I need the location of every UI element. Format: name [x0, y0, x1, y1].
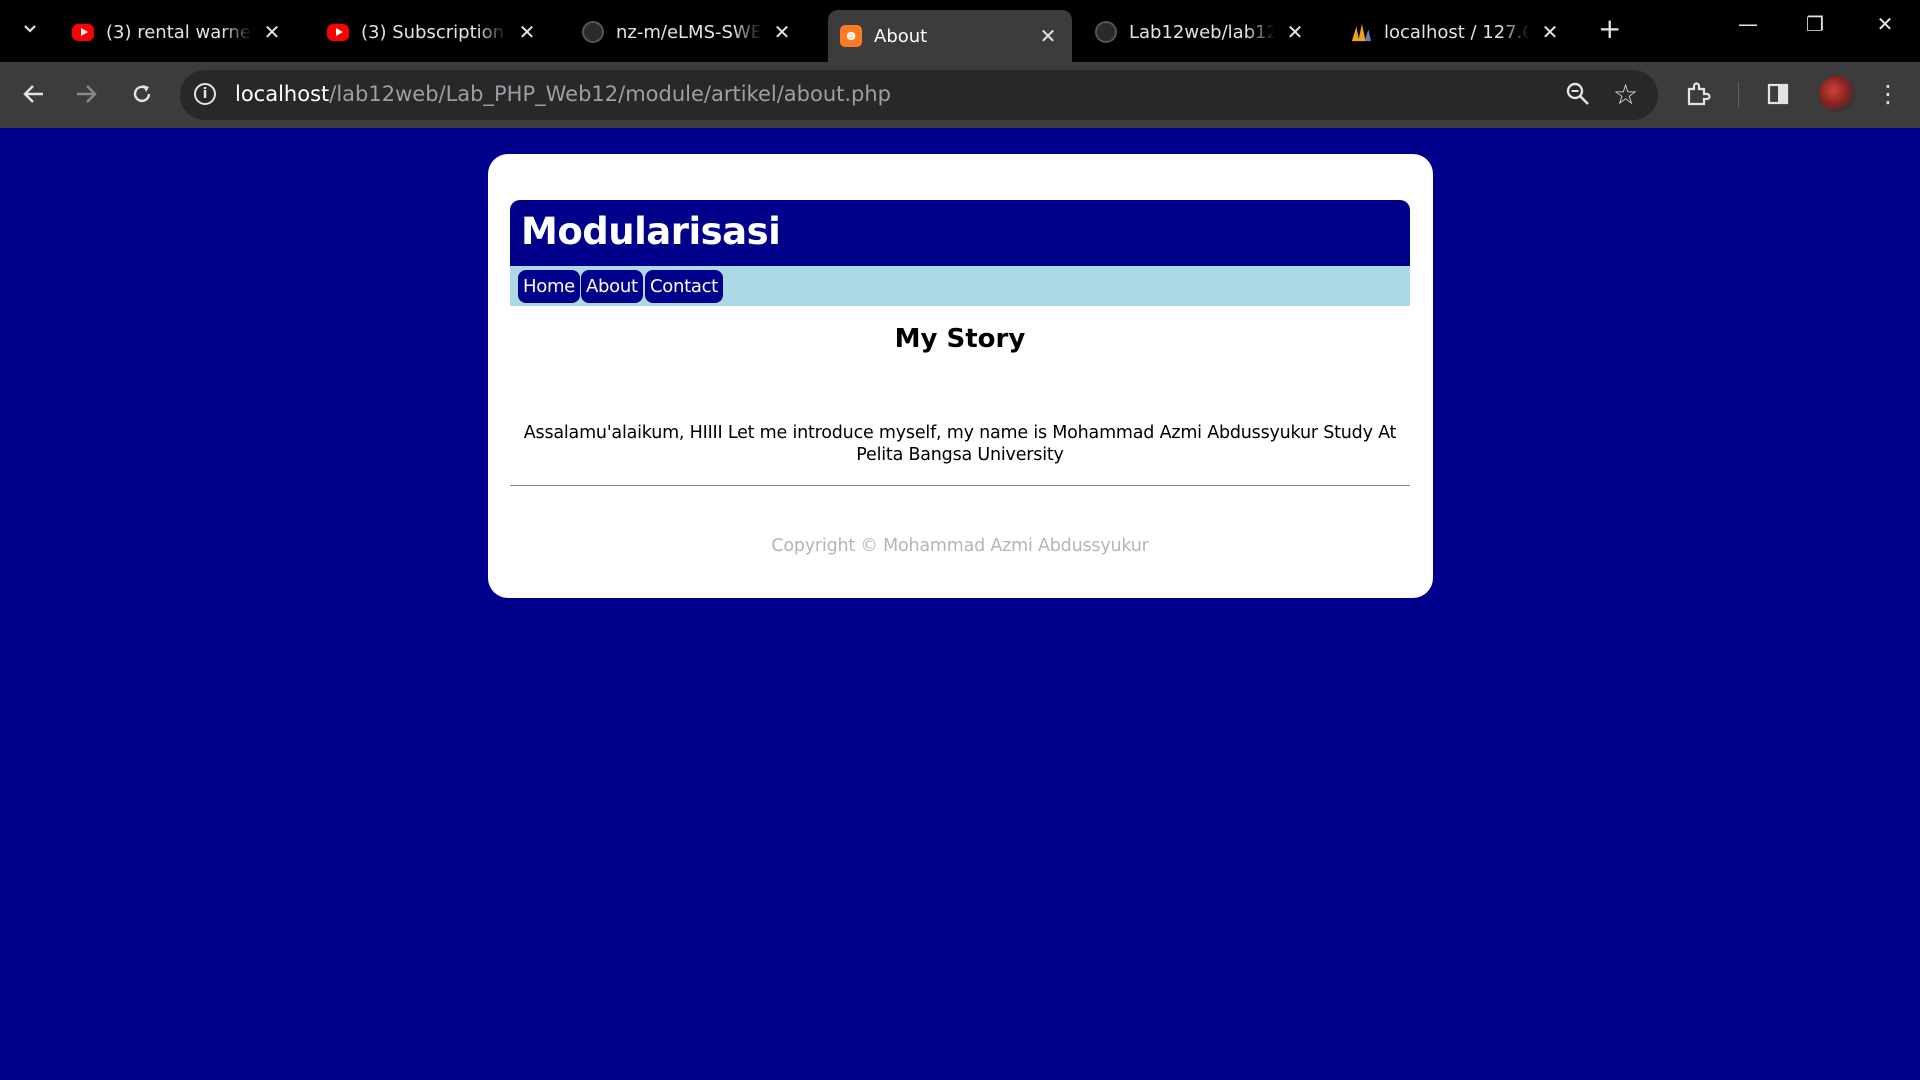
- phpmyadmin-icon: [1350, 21, 1372, 43]
- tab-youtube-subscription[interactable]: (3) Subscription - Y ✕: [315, 10, 551, 54]
- minimize-icon[interactable]: —: [1728, 12, 1768, 36]
- nav-link-contact[interactable]: Contact: [645, 270, 723, 303]
- profile-avatar[interactable]: [1819, 76, 1855, 112]
- github-icon: [1095, 21, 1117, 43]
- toolbar-divider: [1738, 82, 1739, 108]
- tab-title: nz-m/eLMS-SWE: c: [616, 21, 762, 43]
- address-bar[interactable]: i localhost/lab12web/Lab_PHP_Web12/modul…: [180, 70, 1658, 120]
- close-window-icon[interactable]: ✕: [1865, 12, 1905, 36]
- github-icon: [582, 21, 604, 43]
- content-text: Assalamu'alaikum, HIIII Let me introduce…: [523, 423, 1397, 465]
- close-tab-icon[interactable]: ✕: [1283, 20, 1307, 44]
- tab-github-lab12[interactable]: Lab12web/lab12_fc ✕: [1083, 10, 1319, 54]
- tab-about[interactable]: ꙩ About ✕: [828, 10, 1072, 62]
- site-header: Modularisasi: [510, 200, 1410, 266]
- close-tab-icon[interactable]: ✕: [260, 20, 284, 44]
- tab-title: (3) Subscription - Y: [361, 21, 507, 43]
- menu-kebab-icon[interactable]: ⋮: [1870, 76, 1906, 112]
- footer-copyright: Copyright © Mohammad Azmi Abdussyukur: [771, 536, 1149, 556]
- close-tab-icon[interactable]: ✕: [770, 20, 794, 44]
- url-path: /lab12web/Lab_PHP_Web12/module/artikel/a…: [329, 82, 892, 106]
- xampp-icon: ꙩ: [840, 25, 862, 47]
- tab-youtube-rental[interactable]: (3) rental warnet si ✕: [60, 10, 296, 54]
- footer-divider: [510, 485, 1410, 486]
- tab-title: Lab12web/lab12_fc: [1129, 21, 1275, 43]
- tab-strip: (3) rental warnet si ✕ (3) Subscription …: [0, 0, 1920, 62]
- tab-title: About: [874, 25, 928, 47]
- new-tab-button[interactable]: +: [1598, 14, 1621, 44]
- restore-icon[interactable]: ❐: [1795, 12, 1835, 36]
- tab-title: (3) rental warnet si: [106, 21, 252, 43]
- nav-link-about[interactable]: About: [581, 270, 643, 303]
- page-viewport: Modularisasi Home About Contact My Story…: [0, 128, 1920, 1080]
- close-tab-icon[interactable]: ✕: [515, 20, 539, 44]
- site-title: Modularisasi: [521, 210, 781, 253]
- side-panel-icon[interactable]: [1760, 76, 1796, 112]
- extensions-icon[interactable]: [1680, 76, 1716, 112]
- content-container: Modularisasi Home About Contact My Story…: [488, 154, 1433, 598]
- nav-link-home[interactable]: Home: [518, 270, 580, 303]
- reload-icon[interactable]: [124, 76, 160, 112]
- url-host: localhost: [235, 82, 330, 106]
- browser-toolbar: i localhost/lab12web/Lab_PHP_Web12/modul…: [0, 62, 1920, 128]
- content-title: My Story: [894, 324, 1026, 354]
- tab-title: localhost / 127.0.0.: [1384, 21, 1530, 43]
- bookmark-star-icon[interactable]: ☆: [1613, 78, 1641, 111]
- tab-phpmyadmin[interactable]: localhost / 127.0.0. ✕: [1338, 10, 1574, 54]
- url-text[interactable]: localhost/lab12web/Lab_PHP_Web12/module/…: [235, 82, 891, 106]
- forward-icon[interactable]: [68, 76, 104, 112]
- tab-github-elms[interactable]: nz-m/eLMS-SWE: c ✕: [570, 10, 806, 54]
- browser-chrome: (3) rental warnet si ✕ (3) Subscription …: [0, 0, 1920, 128]
- back-icon[interactable]: [16, 76, 52, 112]
- youtube-icon: [72, 23, 94, 41]
- youtube-icon: [327, 23, 349, 41]
- zoom-icon[interactable]: [1565, 81, 1593, 109]
- tab-search-chevron-icon[interactable]: [16, 14, 44, 42]
- close-tab-icon[interactable]: ✕: [1036, 24, 1060, 48]
- nav-bar: Home About Contact: [510, 266, 1410, 306]
- site-info-icon[interactable]: i: [194, 83, 216, 105]
- close-tab-icon[interactable]: ✕: [1538, 20, 1562, 44]
